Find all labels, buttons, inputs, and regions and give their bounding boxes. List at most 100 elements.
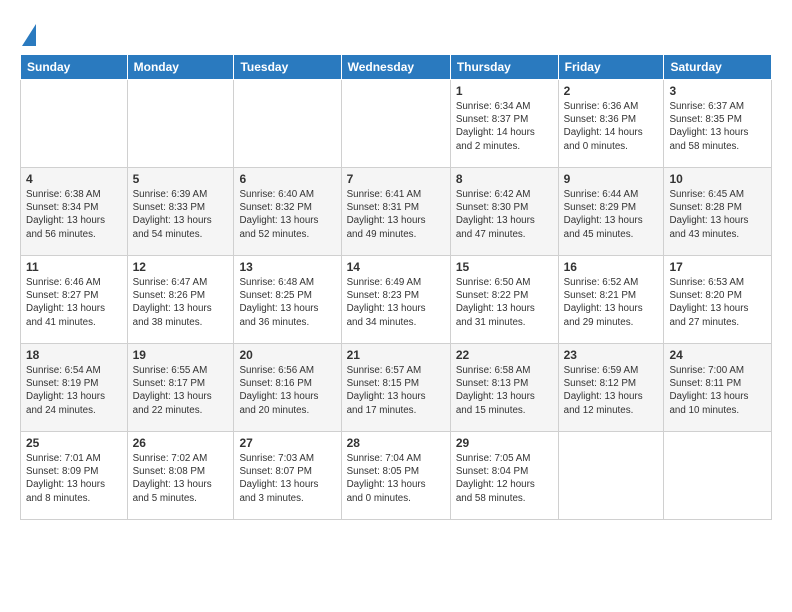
- day-number: 15: [456, 260, 553, 274]
- weekday-header-tuesday: Tuesday: [234, 55, 341, 80]
- calendar-cell: 28Sunrise: 7:04 AM Sunset: 8:05 PM Dayli…: [341, 432, 450, 520]
- calendar-cell: 21 Sunrise: 6:57 AM Sunset: 8:15 PM Dayli…: [341, 344, 450, 432]
- weekday-header-friday: Friday: [558, 55, 664, 80]
- calendar-cell: 18Sunrise: 6:54 AM Sunset: 8:19 PM Dayli…: [21, 344, 128, 432]
- day-info: Sunrise: 7:04 AM Sunset: 8:05 PM Dayligh…: [347, 452, 445, 505]
- day-info: Sunrise: 6:37 AM Sunset: 8:35 PM Dayligh…: [669, 100, 766, 153]
- day-number: 17: [669, 260, 766, 274]
- calendar-cell: 8Sunrise: 6:42 AM Sunset: 8:30 PM Daylig…: [450, 168, 558, 256]
- day-info: Sunrise: 7:00 AM Sunset: 8:11 PM Dayligh…: [669, 364, 766, 417]
- day-info: Sunrise: 6:44 AM Sunset: 8:29 PM Dayligh…: [564, 188, 659, 241]
- calendar-cell: [234, 80, 341, 168]
- calendar-cell: 5 Sunrise: 6:39 AM Sunset: 8:33 PM Daylig…: [127, 168, 234, 256]
- calendar-cell: 6 Sunrise: 6:40 AM Sunset: 8:32 PM Daylig…: [234, 168, 341, 256]
- calendar-cell: 7 Sunrise: 6:41 AM Sunset: 8:31 PM Daylig…: [341, 168, 450, 256]
- day-number: 5: [133, 172, 229, 186]
- day-number: 19: [133, 348, 229, 362]
- day-info: Sunrise: 6:58 AM Sunset: 8:13 PM Dayligh…: [456, 364, 553, 417]
- weekday-header-wednesday: Wednesday: [341, 55, 450, 80]
- day-info: Sunrise: 7:03 AM Sunset: 8:07 PM Dayligh…: [239, 452, 335, 505]
- day-info: Sunrise: 6:46 AM Sunset: 8:27 PM Dayligh…: [26, 276, 122, 329]
- day-number: 8: [456, 172, 553, 186]
- calendar-cell: [21, 80, 128, 168]
- day-number: 20: [239, 348, 335, 362]
- page-header: [20, 18, 772, 46]
- day-info: Sunrise: 6:50 AM Sunset: 8:22 PM Dayligh…: [456, 276, 553, 329]
- calendar-cell: 1 Sunrise: 6:34 AM Sunset: 8:37 PM Daylig…: [450, 80, 558, 168]
- day-info: Sunrise: 6:52 AM Sunset: 8:21 PM Dayligh…: [564, 276, 659, 329]
- day-number: 26: [133, 436, 229, 450]
- day-number: 6: [239, 172, 335, 186]
- weekday-row: SundayMondayTuesdayWednesdayThursdayFrid…: [21, 55, 772, 80]
- calendar-cell: 11 Sunrise: 6:46 AM Sunset: 8:27 PM Dayli…: [21, 256, 128, 344]
- day-number: 12: [133, 260, 229, 274]
- calendar-cell: 15 Sunrise: 6:50 AM Sunset: 8:22 PM Dayli…: [450, 256, 558, 344]
- calendar-cell: 9 Sunrise: 6:44 AM Sunset: 8:29 PM Daylig…: [558, 168, 664, 256]
- day-number: 10: [669, 172, 766, 186]
- day-number: 3: [669, 84, 766, 98]
- calendar-cell: 19 Sunrise: 6:55 AM Sunset: 8:17 PM Dayli…: [127, 344, 234, 432]
- calendar-week-2: 4 Sunrise: 6:38 AM Sunset: 8:34 PM Daylig…: [21, 168, 772, 256]
- day-number: 9: [564, 172, 659, 186]
- calendar-cell: [127, 80, 234, 168]
- day-info: Sunrise: 7:01 AM Sunset: 8:09 PM Dayligh…: [26, 452, 122, 505]
- day-number: 22: [456, 348, 553, 362]
- logo: [20, 22, 36, 46]
- day-info: Sunrise: 6:40 AM Sunset: 8:32 PM Dayligh…: [239, 188, 335, 241]
- day-info: Sunrise: 6:34 AM Sunset: 8:37 PM Dayligh…: [456, 100, 553, 153]
- day-number: 14: [347, 260, 445, 274]
- calendar-cell: 23Sunrise: 6:59 AM Sunset: 8:12 PM Dayli…: [558, 344, 664, 432]
- calendar-cell: 16 Sunrise: 6:52 AM Sunset: 8:21 PM Dayli…: [558, 256, 664, 344]
- calendar-cell: 14 Sunrise: 6:49 AM Sunset: 8:23 PM Dayli…: [341, 256, 450, 344]
- calendar-week-5: 25 Sunrise: 7:01 AM Sunset: 8:09 PM Dayli…: [21, 432, 772, 520]
- day-number: 27: [239, 436, 335, 450]
- weekday-header-monday: Monday: [127, 55, 234, 80]
- day-number: 18: [26, 348, 122, 362]
- calendar-week-1: 1 Sunrise: 6:34 AM Sunset: 8:37 PM Daylig…: [21, 80, 772, 168]
- day-number: 1: [456, 84, 553, 98]
- calendar-cell: 22 Sunrise: 6:58 AM Sunset: 8:13 PM Dayli…: [450, 344, 558, 432]
- calendar-cell: 25 Sunrise: 7:01 AM Sunset: 8:09 PM Dayli…: [21, 432, 128, 520]
- day-info: Sunrise: 6:53 AM Sunset: 8:20 PM Dayligh…: [669, 276, 766, 329]
- day-number: 7: [347, 172, 445, 186]
- day-number: 21: [347, 348, 445, 362]
- calendar-cell: 3 Sunrise: 6:37 AM Sunset: 8:35 PM Daylig…: [664, 80, 772, 168]
- calendar-cell: 26 Sunrise: 7:02 AM Sunset: 8:08 PM Dayli…: [127, 432, 234, 520]
- weekday-header-sunday: Sunday: [21, 55, 128, 80]
- calendar-cell: 4 Sunrise: 6:38 AM Sunset: 8:34 PM Daylig…: [21, 168, 128, 256]
- day-info: Sunrise: 6:56 AM Sunset: 8:16 PM Dayligh…: [239, 364, 335, 417]
- calendar-table: SundayMondayTuesdayWednesdayThursdayFrid…: [20, 54, 772, 520]
- calendar-body: 1 Sunrise: 6:34 AM Sunset: 8:37 PM Daylig…: [21, 80, 772, 520]
- day-info: Sunrise: 6:57 AM Sunset: 8:15 PM Dayligh…: [347, 364, 445, 417]
- calendar-cell: 27 Sunrise: 7:03 AM Sunset: 8:07 PM Dayli…: [234, 432, 341, 520]
- day-info: Sunrise: 6:39 AM Sunset: 8:33 PM Dayligh…: [133, 188, 229, 241]
- day-info: Sunrise: 6:36 AM Sunset: 8:36 PM Dayligh…: [564, 100, 659, 153]
- calendar-cell: [341, 80, 450, 168]
- calendar-cell: 20 Sunrise: 6:56 AM Sunset: 8:16 PM Dayli…: [234, 344, 341, 432]
- day-number: 2: [564, 84, 659, 98]
- logo-icon: [22, 24, 36, 46]
- day-info: Sunrise: 6:49 AM Sunset: 8:23 PM Dayligh…: [347, 276, 445, 329]
- day-info: Sunrise: 6:38 AM Sunset: 8:34 PM Dayligh…: [26, 188, 122, 241]
- calendar-week-4: 18Sunrise: 6:54 AM Sunset: 8:19 PM Dayli…: [21, 344, 772, 432]
- day-info: Sunrise: 6:47 AM Sunset: 8:26 PM Dayligh…: [133, 276, 229, 329]
- day-info: Sunrise: 6:41 AM Sunset: 8:31 PM Dayligh…: [347, 188, 445, 241]
- day-info: Sunrise: 6:55 AM Sunset: 8:17 PM Dayligh…: [133, 364, 229, 417]
- day-number: 11: [26, 260, 122, 274]
- day-info: Sunrise: 6:48 AM Sunset: 8:25 PM Dayligh…: [239, 276, 335, 329]
- calendar-week-3: 11 Sunrise: 6:46 AM Sunset: 8:27 PM Dayli…: [21, 256, 772, 344]
- day-number: 13: [239, 260, 335, 274]
- calendar-cell: 13 Sunrise: 6:48 AM Sunset: 8:25 PM Dayli…: [234, 256, 341, 344]
- day-number: 16: [564, 260, 659, 274]
- day-number: 25: [26, 436, 122, 450]
- calendar-cell: 29Sunrise: 7:05 AM Sunset: 8:04 PM Dayli…: [450, 432, 558, 520]
- day-number: 23: [564, 348, 659, 362]
- calendar-cell: 24 Sunrise: 7:00 AM Sunset: 8:11 PM Dayli…: [664, 344, 772, 432]
- weekday-header-saturday: Saturday: [664, 55, 772, 80]
- day-number: 24: [669, 348, 766, 362]
- calendar-header: SundayMondayTuesdayWednesdayThursdayFrid…: [21, 55, 772, 80]
- calendar-cell: 12 Sunrise: 6:47 AM Sunset: 8:26 PM Dayli…: [127, 256, 234, 344]
- day-number: 4: [26, 172, 122, 186]
- day-info: Sunrise: 7:02 AM Sunset: 8:08 PM Dayligh…: [133, 452, 229, 505]
- calendar-cell: 17 Sunrise: 6:53 AM Sunset: 8:20 PM Dayli…: [664, 256, 772, 344]
